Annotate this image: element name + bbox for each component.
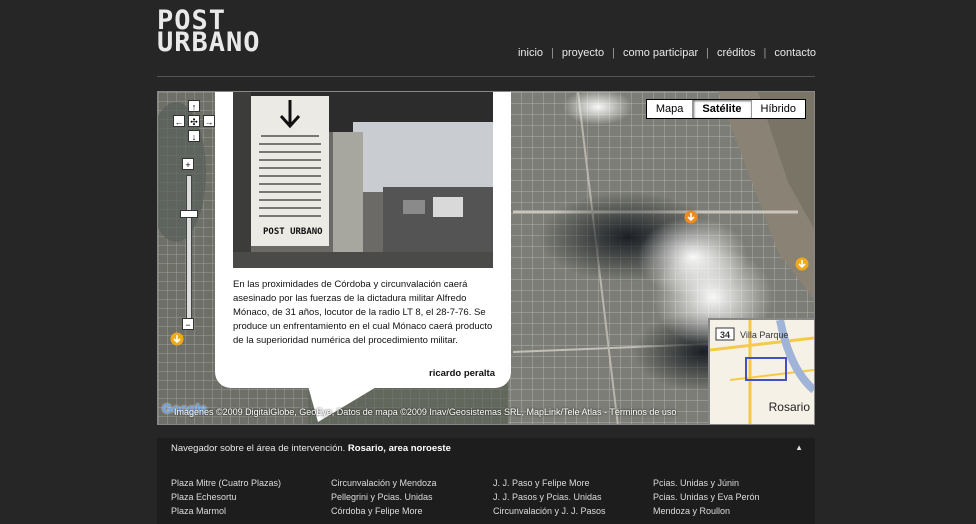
memorial-photo: POST URBANO (233, 92, 493, 268)
pan-down-button[interactable]: ↓ (188, 130, 200, 142)
zoom-slider-handle[interactable] (180, 210, 198, 218)
marker-info-window: POST URBANO En las proximidades de Córdo… (215, 92, 511, 388)
pan-up-button[interactable]: ↑ (188, 100, 200, 112)
overview-city-label: Rosario (768, 400, 810, 414)
header-divider (157, 76, 815, 77)
post-urbano-logo[interactable]: POST URBANO (157, 7, 261, 58)
location-link[interactable]: Córdoba y Felipe More (331, 504, 437, 518)
logo-line-2: URBANO (157, 27, 261, 58)
navigator-header[interactable]: Navegador sobre el área de intervención.… (157, 438, 815, 460)
navigator-title-area: Rosario, area noroeste (347, 443, 451, 454)
map-marker-icon[interactable] (684, 210, 698, 224)
pan-control: ↑ ← ✣ → ↓ (170, 100, 218, 156)
nav-separator: | (706, 47, 710, 59)
location-link[interactable]: Pcias. Unidas y Júnin (653, 476, 760, 490)
location-column: J. J. Paso y Felipe More J. J. Pasos y P… (493, 476, 606, 518)
navigator-title: Navegador sobre el área de intervención.… (171, 443, 451, 454)
location-link[interactable]: Pellegrini y Pcias. Unidas (331, 490, 437, 504)
map-type-satelite-button[interactable]: Satélite (692, 100, 750, 118)
location-link[interactable]: Mendoza y Roullon (653, 504, 760, 518)
nav-proyecto[interactable]: proyecto (562, 47, 604, 59)
location-link[interactable]: J. J. Pasos y Pcias. Unidas (493, 490, 606, 504)
nav-separator: | (551, 47, 554, 59)
location-link[interactable]: Plaza Echesortu (171, 490, 281, 504)
navigator-locations: Plaza Mitre (Cuatro Plazas) Plaza Echeso… (157, 460, 815, 524)
location-link[interactable]: Circunvalación y Mendoza (331, 476, 437, 490)
nav-contacto[interactable]: contacto (774, 47, 816, 59)
map-type-mapa-button[interactable]: Mapa (647, 100, 693, 118)
nav-creditos[interactable]: créditos (717, 47, 756, 59)
collapse-icon[interactable]: ▲ (795, 443, 803, 452)
nav-separator: | (612, 47, 615, 59)
overview-map[interactable]: 34 Villa Parque Rosario (708, 318, 814, 424)
map-marker-icon[interactable] (170, 332, 184, 346)
pan-center-button[interactable]: ✣ (188, 115, 200, 127)
location-column: Pcias. Unidas y Júnin Pcias. Unidas y Ev… (653, 476, 760, 518)
popup-description: En las proximidades de Córdoba y circunv… (233, 279, 493, 346)
zoom-out-button[interactable]: − (182, 318, 194, 330)
photo-sign-logo: POST URBANO (263, 227, 323, 237)
location-link[interactable]: J. J. Paso y Felipe More (493, 476, 606, 490)
location-link[interactable]: Plaza Mitre (Cuatro Plazas) (171, 476, 281, 490)
satellite-map[interactable]: ↑ ← ✣ → ↓ + − Mapa Satélite Híbrido POST… (157, 91, 815, 425)
popup-author: ricardo peralta (429, 368, 495, 379)
location-link[interactable]: Plaza Marmol (171, 504, 281, 518)
location-column: Plaza Mitre (Cuatro Plazas) Plaza Echeso… (171, 476, 281, 518)
location-link[interactable]: Circunvalación y J. J. Pasos (493, 504, 606, 518)
pan-right-button[interactable]: → (203, 115, 215, 127)
map-marker-icon[interactable] (795, 257, 809, 271)
navigator-title-prefix: Navegador sobre el área de intervención. (171, 443, 346, 454)
nav-separator: | (763, 47, 767, 59)
zoom-slider[interactable] (186, 175, 192, 325)
route-shield-label: 34 (720, 330, 731, 340)
nav-como-participar[interactable]: como participar (623, 47, 698, 59)
map-type-hibrido-button[interactable]: Híbrido (750, 100, 805, 118)
location-link[interactable]: Pcias. Unidas y Eva Perón (653, 490, 760, 504)
nav-inicio[interactable]: inicio (518, 47, 543, 59)
zoom-in-button[interactable]: + (182, 158, 194, 170)
overview-place-label: Villa Parque (740, 330, 789, 340)
map-attribution[interactable]: Imágenes ©2009 DigitalGlobe, GeoEye, Dat… (174, 407, 676, 417)
main-nav: inicio | proyecto | como participar | cr… (518, 47, 816, 59)
location-column: Circunvalación y Mendoza Pellegrini y Pc… (331, 476, 437, 518)
pan-left-button[interactable]: ← (173, 115, 185, 127)
map-type-control: Mapa Satélite Híbrido (645, 99, 806, 119)
